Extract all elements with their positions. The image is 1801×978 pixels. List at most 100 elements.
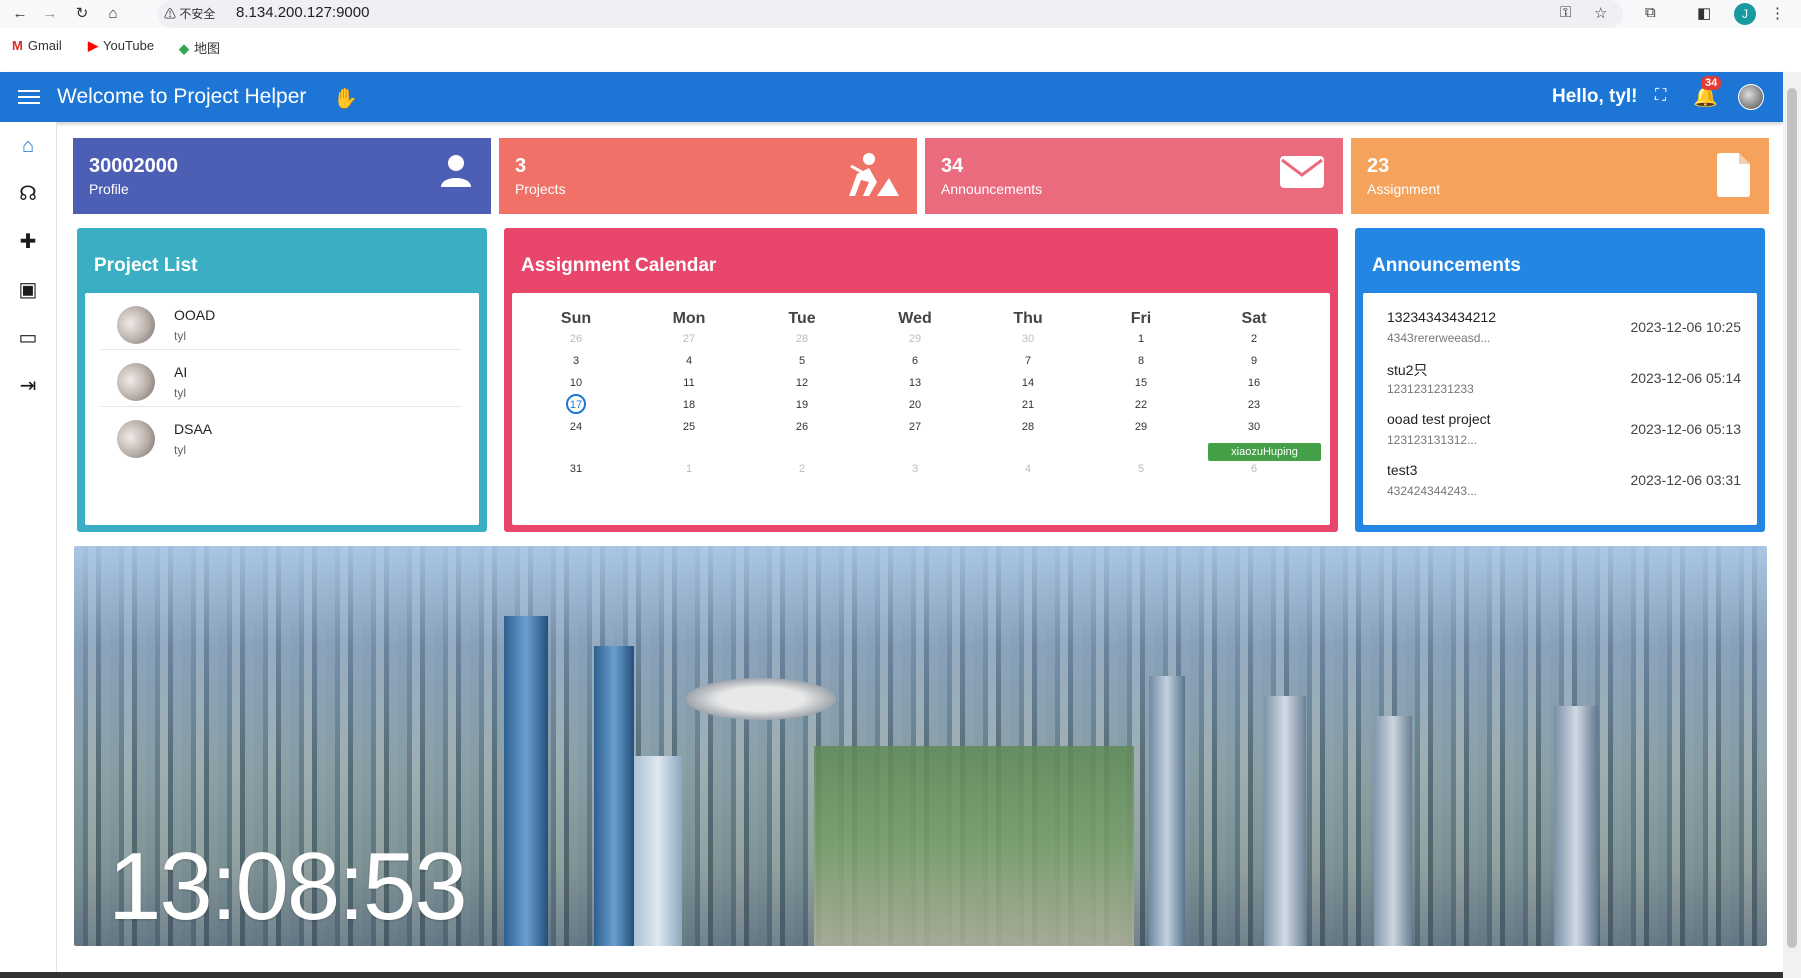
address-bar[interactable]: ⚠ 不安全 8.134.200.127:9000 (158, 0, 1623, 28)
fullscreen-icon[interactable]: ⛶ (1655, 87, 1666, 105)
today-marker[interactable]: 17 (566, 394, 586, 414)
calendar-day[interactable]: 4 (978, 463, 1078, 475)
calendar-day[interactable]: 1 (1091, 333, 1191, 345)
calendar-day[interactable]: 27 (639, 333, 739, 345)
calendar-day[interactable]: 7 (978, 355, 1078, 367)
announcement-desc: 1231231231233 (1387, 382, 1474, 396)
profile-avatar[interactable]: J (1734, 3, 1756, 25)
url-text[interactable]: 8.134.200.127:9000 (236, 4, 369, 21)
project-list-panel: Project List OOAD tyl AI tyl DSAA tyl (77, 228, 487, 532)
reload-icon[interactable]: ↻ (72, 4, 92, 24)
notification-badge[interactable]: 34 (1701, 76, 1722, 90)
puzzle-icon[interactable]: ✚ (16, 230, 40, 254)
calendar-day[interactable]: 14 (978, 377, 1078, 389)
home-icon[interactable]: ⌂ (16, 134, 40, 158)
calendar-day[interactable]: 23 (1204, 399, 1304, 411)
panel-title: Announcements (1372, 255, 1521, 276)
calendar-day[interactable]: 28 (978, 421, 1078, 433)
person-icon (439, 152, 473, 200)
calendar-day[interactable]: 1 (639, 463, 739, 475)
home-page-icon[interactable]: ⌂ (103, 4, 123, 24)
key-icon[interactable]: ⚿ (1560, 4, 1571, 21)
contact-card-icon[interactable]: ▣ (16, 278, 40, 302)
calendar-day[interactable]: 17 (526, 394, 626, 414)
extensions-icon[interactable]: ⧉ (1645, 4, 1656, 21)
stat-label: Assignment (1367, 181, 1441, 197)
stat-card-announcements[interactable]: 34 Announcements (925, 138, 1343, 214)
calendar-event[interactable]: xiaozuHuping (1208, 443, 1321, 461)
scrollbar-thumb[interactable] (1787, 88, 1797, 948)
calendar-day[interactable]: 4 (639, 355, 739, 367)
calendar-day[interactable]: 11 (639, 377, 739, 389)
list-item[interactable]: DSAA tyl (101, 407, 461, 464)
calendar-day[interactable]: 16 (1204, 377, 1304, 389)
calendar-day[interactable]: 30 (1204, 421, 1304, 433)
list-item[interactable]: OOAD tyl (101, 293, 461, 350)
page-scrollbar[interactable] (1783, 72, 1801, 978)
calendar-day[interactable]: 2 (752, 463, 852, 475)
calendar-day[interactable]: 29 (1091, 421, 1191, 433)
calendar-day[interactable]: 3 (865, 463, 965, 475)
star-icon[interactable]: ☆ (1594, 4, 1607, 22)
calendar-day[interactable]: 18 (639, 399, 739, 411)
side-panel-icon[interactable]: ◧ (1697, 4, 1711, 22)
bookmark-youtube[interactable]: ▶ YouTube (88, 38, 154, 54)
forward-icon[interactable]: → (40, 4, 60, 24)
speaker-person-icon[interactable]: ☊ (16, 182, 40, 206)
calendar-day[interactable]: 2 (1204, 333, 1304, 345)
hamburger-menu-icon[interactable] (18, 86, 40, 104)
calendar-grid: Sun Mon Tue Wed Thu Fri Sat 26 27 28 29 30 1 2 3 4 5 6 7 8 9… (512, 293, 1330, 525)
calendar-day[interactable]: 5 (1091, 463, 1191, 475)
waving-hand-icon: ✋ (333, 88, 358, 110)
calendar-day[interactable]: 6 (865, 355, 965, 367)
calendar-day[interactable]: 30 (978, 333, 1078, 345)
calendar-day[interactable]: 26 (526, 333, 626, 345)
calendar-day[interactable]: 27 (865, 421, 965, 433)
calendar-day[interactable]: 12 (752, 377, 852, 389)
bookmark-gmail[interactable]: M Gmail (12, 38, 62, 53)
stat-card-profile[interactable]: 30002000 Profile (73, 138, 491, 214)
stat-card-projects[interactable]: 3 Projects (499, 138, 917, 214)
announcement-time: 2023-12-06 05:14 (1630, 370, 1741, 386)
calendar-day[interactable]: 9 (1204, 355, 1304, 367)
stat-card-assignment[interactable]: 23 Assignment (1351, 138, 1769, 214)
calendar-day[interactable]: 8 (1091, 355, 1191, 367)
tower-shape (504, 616, 548, 946)
calendar-day[interactable]: 29 (865, 333, 965, 345)
tower-shape (1264, 696, 1306, 946)
cast-icon[interactable]: ▭ (16, 326, 40, 350)
list-item[interactable]: stu2只 1231231231233 2023-12-06 05:14 (1379, 360, 1741, 410)
calendar-day[interactable]: 24 (526, 421, 626, 433)
user-avatar[interactable] (1738, 84, 1764, 110)
app-header: Welcome to Project Helper ✋ Hello, tyl! … (0, 72, 1783, 122)
calendar-day[interactable]: 19 (752, 399, 852, 411)
list-item[interactable]: test3 432424344243... 2023-12-06 03:31 (1379, 462, 1741, 512)
calendar-day[interactable]: 31 (526, 463, 626, 475)
calendar-day[interactable]: 25 (639, 421, 739, 433)
security-warning[interactable]: ⚠ 不安全 (164, 5, 215, 22)
calendar-day[interactable]: 26 (752, 421, 852, 433)
calendar-day[interactable]: 20 (865, 399, 965, 411)
calendar-day[interactable]: 6 (1204, 463, 1304, 475)
calendar-day[interactable]: 13 (865, 377, 965, 389)
calendar-day[interactable]: 10 (526, 377, 626, 389)
calendar-day[interactable]: 28 (752, 333, 852, 345)
list-item[interactable]: 13234343434212 4343rererweeasd... 2023-1… (1379, 309, 1741, 359)
project-owner: tyl (174, 443, 186, 457)
calendar-day[interactable]: 21 (978, 399, 1078, 411)
back-icon[interactable]: ← (10, 4, 30, 24)
project-name: OOAD (174, 307, 216, 323)
announcement-list: 13234343434212 4343rererweeasd... 2023-1… (1363, 293, 1757, 525)
list-item[interactable]: ooad test project 123123131312... 2023-1… (1379, 411, 1741, 461)
calendar-panel: Assignment Calendar Sun Mon Tue Wed Thu Fri Sa… (504, 228, 1338, 532)
list-item[interactable]: AI tyl (101, 350, 461, 407)
stat-value: 30002000 (89, 155, 178, 177)
calendar-day[interactable]: 3 (526, 355, 626, 367)
bookmark-maps[interactable]: ◆ 地图 (179, 38, 220, 57)
logout-icon[interactable]: ⇥ (16, 374, 40, 398)
calendar-day[interactable]: 22 (1091, 399, 1191, 411)
menu-dots-icon[interactable]: ⋮ (1770, 4, 1785, 22)
taskbar-edge (0, 972, 1783, 978)
calendar-day[interactable]: 5 (752, 355, 852, 367)
calendar-day[interactable]: 15 (1091, 377, 1191, 389)
